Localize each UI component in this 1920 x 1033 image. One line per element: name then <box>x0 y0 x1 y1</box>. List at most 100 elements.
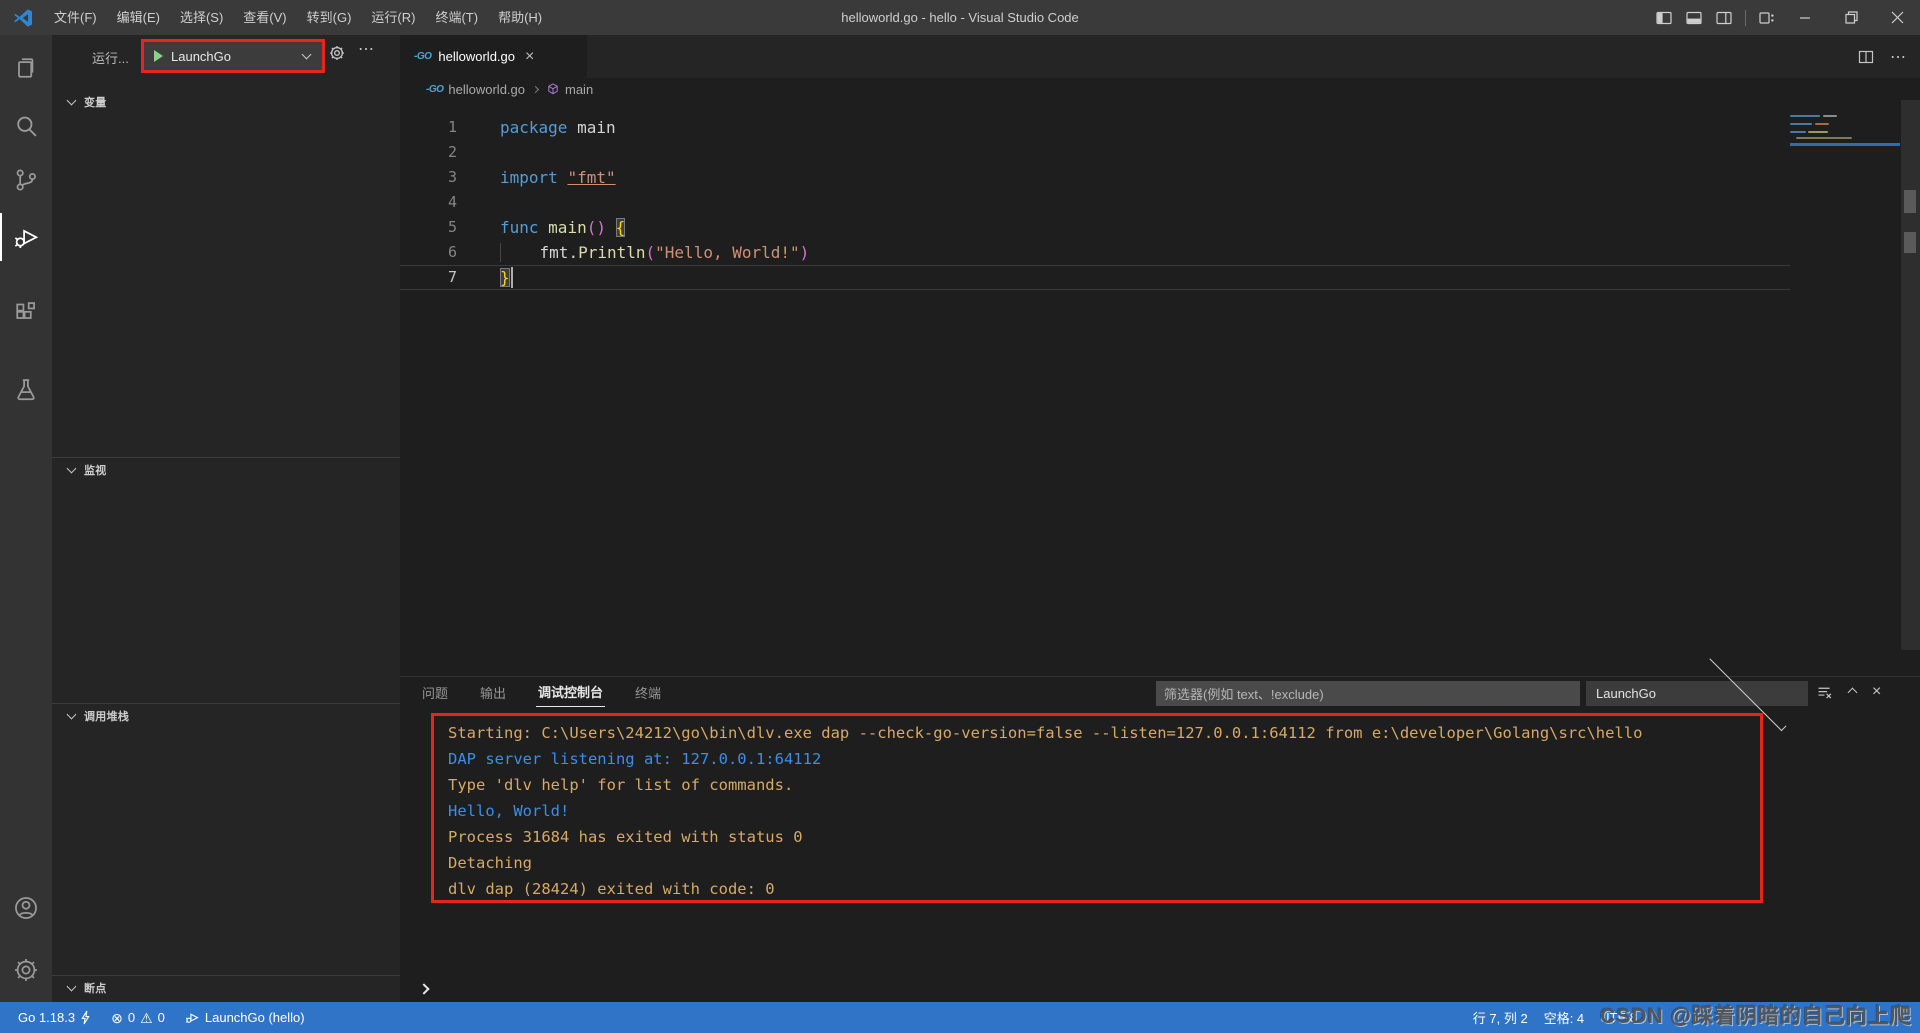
vscode-logo-icon <box>14 8 32 27</box>
section-call-stack[interactable]: 调用堆栈 <box>52 703 400 727</box>
run-and-debug-icon[interactable] <box>0 213 52 261</box>
extensions-icon[interactable] <box>0 289 52 337</box>
console-line: Process 31684 has exited with status 0 <box>448 828 803 846</box>
panel-tab-active[interactable]: 调试控制台 <box>536 677 606 707</box>
chevron-down-icon <box>66 709 77 719</box>
line-number: 3 <box>447 168 457 186</box>
restore-button[interactable] <box>1828 0 1874 35</box>
editor-scrollbar[interactable] <box>1901 100 1920 650</box>
line-number: 5 <box>447 218 457 236</box>
console-line: Detaching <box>448 854 532 872</box>
chevron-down-icon <box>66 981 77 991</box>
section-breakpoints[interactable]: 断点 <box>52 975 400 999</box>
problems-status[interactable]: ⊗ 0 ⚠ 0 <box>103 1002 173 1033</box>
tab-bar: -GO helloworld.go × ⋯ <box>400 35 1920 78</box>
debug-sidebar: 运行... LaunchGo ⋯ 变量 监视 调用堆栈 断点 <box>52 35 400 1002</box>
warning-icon: ⚠ <box>140 1009 153 1026</box>
go-file-icon: -GO <box>426 83 444 95</box>
source-control-icon[interactable] <box>0 156 52 204</box>
code-editor[interactable]: 1 package main 2 3 import "fmt" 4 5 func main()… <box>400 100 1920 676</box>
menu-bar: 文件(F) 编辑(E) 选择(S) 查看(V) 转到(G) 运行(R) 终端(T) 帮助(H) <box>44 0 552 35</box>
chevron-right-icon <box>531 85 540 93</box>
debug-console-output[interactable]: Starting: C:\Users\24212\go\bin\dlv.exe … <box>431 713 1763 903</box>
toggle-secondary-sidebar-icon[interactable] <box>1709 0 1739 35</box>
window-title: helloworld.go - hello - Visual Studio Co… <box>841 10 1079 25</box>
menu-item[interactable]: 转到(G) <box>297 0 362 35</box>
customize-layout-icon[interactable] <box>1752 0 1782 35</box>
panel-tab-item[interactable]: 问题 <box>420 678 450 707</box>
console-input-prompt[interactable] <box>418 980 430 998</box>
menu-item[interactable]: 编辑(E) <box>107 0 170 35</box>
menu-item[interactable]: 终端(T) <box>425 0 488 35</box>
menu-item[interactable]: 运行(R) <box>361 0 425 35</box>
close-tab-icon[interactable]: × <box>525 48 534 66</box>
activity-bar <box>0 35 52 1002</box>
line-number: 4 <box>447 193 457 211</box>
breadcrumb-symbol[interactable]: main <box>546 82 593 97</box>
toggle-panel-icon[interactable] <box>1679 0 1709 35</box>
launch-config-label: LaunchGo <box>171 48 231 64</box>
settings-gear-icon[interactable] <box>0 946 52 994</box>
chevron-down-icon <box>301 49 312 60</box>
minimap[interactable] <box>1790 100 1900 676</box>
toggle-sidebar-icon[interactable] <box>1649 0 1679 35</box>
error-icon: ⊗ <box>111 1009 123 1026</box>
current-line-highlight <box>400 265 1790 290</box>
menu-item[interactable]: 文件(F) <box>44 0 107 35</box>
csdn-watermark: CSDN @踩着阴暗的自己向上爬 <box>1600 1005 1912 1028</box>
launch-config-dropdown[interactable]: LaunchGo <box>141 39 325 73</box>
panel-tab-item[interactable]: 终端 <box>633 678 663 707</box>
language-server-zap-icon <box>81 1010 90 1025</box>
filter-input[interactable]: 筛选器(例如 text、!exclude) <box>1156 681 1580 706</box>
maximize-panel-icon[interactable] <box>1847 683 1858 701</box>
line-number: 1 <box>447 118 457 136</box>
minimap-selection <box>1790 143 1900 146</box>
symbol-method-icon <box>548 83 558 95</box>
menu-item[interactable]: 帮助(H) <box>488 0 552 35</box>
vscode-window: 文件(F) 编辑(E) 选择(S) 查看(V) 转到(G) 运行(R) 终端(T) 帮助(H)… <box>0 0 1920 1033</box>
testing-beaker-icon[interactable] <box>0 366 52 414</box>
go-file-icon: -GO <box>414 51 432 62</box>
explorer-icon[interactable] <box>0 44 52 92</box>
chevron-down-icon <box>66 463 77 473</box>
split-editor-icon[interactable] <box>1858 49 1874 65</box>
go-version-status[interactable]: Go 1.18.3 <box>10 1002 99 1033</box>
editor-more-actions-icon[interactable]: ⋯ <box>1890 47 1906 67</box>
close-window-button[interactable] <box>1874 0 1920 35</box>
section-variables[interactable]: 变量 <box>52 90 400 114</box>
line-number: 7 <box>447 268 457 286</box>
breadcrumb-file[interactable]: -GO helloworld.go <box>426 82 525 97</box>
bottom-panel: 问题 输出 调试控制台 终端 筛选器(例如 text、!exclude) Launch… <box>400 653 1920 1002</box>
title-bar: 文件(F) 编辑(E) 选择(S) 查看(V) 转到(G) 运行(R) 终端(T) 帮助(H)… <box>0 0 1920 35</box>
section-watch[interactable]: 监视 <box>52 457 400 481</box>
open-launch-json-gear-icon[interactable] <box>328 44 346 62</box>
chevron-down-icon <box>66 95 77 106</box>
close-panel-icon[interactable]: × <box>1872 683 1881 701</box>
start-debugging-icon[interactable] <box>154 50 163 62</box>
console-line: Hello, World! <box>448 802 570 820</box>
console-line: dlv dap (28424) exited with code: 0 <box>448 880 775 898</box>
breadcrumb: -GO helloworld.go main <box>400 78 1920 100</box>
console-line: Starting: C:\Users\24212\go\bin\dlv.exe … <box>448 724 1643 742</box>
line-number: 6 <box>447 243 457 261</box>
accounts-icon[interactable] <box>0 884 52 932</box>
debug-toolbar: 运行... LaunchGo ⋯ <box>52 35 400 78</box>
text-cursor <box>511 267 513 288</box>
console-config-dropdown[interactable]: LaunchGo <box>1586 653 1808 731</box>
indentation-status[interactable]: 空格: 4 <box>1536 1002 1592 1033</box>
more-actions-icon[interactable]: ⋯ <box>358 39 375 59</box>
run-label: 运行... <box>92 51 129 66</box>
editor-group: -GO helloworld.go × ⋯ -GO helloworld.go … <box>400 35 1920 1002</box>
search-icon[interactable] <box>0 102 52 150</box>
debug-icon <box>185 1013 199 1023</box>
panel-tab-item[interactable]: 输出 <box>478 678 508 707</box>
debug-session-status[interactable]: LaunchGo (hello) <box>177 1002 313 1033</box>
tab-helloworld-go[interactable]: -GO helloworld.go × <box>400 35 588 78</box>
console-line: Type 'dlv help' for list of commands. <box>448 776 794 794</box>
line-number: 2 <box>447 143 457 161</box>
menu-item[interactable]: 查看(V) <box>233 0 296 35</box>
clear-console-icon[interactable] <box>1816 684 1833 701</box>
cursor-position-status[interactable]: 行 7, 列 2 <box>1465 1002 1536 1033</box>
menu-item[interactable]: 选择(S) <box>170 0 233 35</box>
minimize-button[interactable] <box>1782 0 1828 35</box>
